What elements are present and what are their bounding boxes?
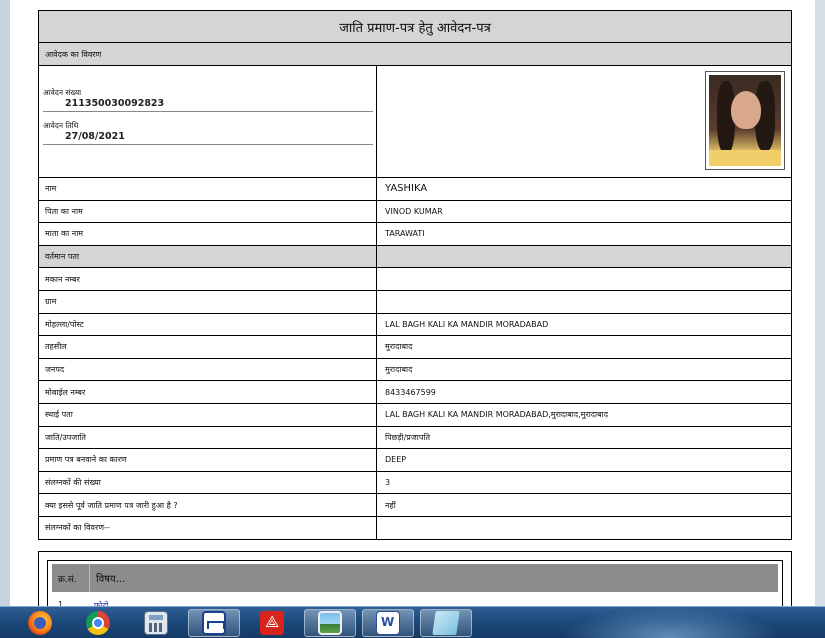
row-label: वर्तमान पता xyxy=(39,245,377,268)
windows-taskbar xyxy=(0,606,825,638)
row-reason: प्रमाण पत्र बनवाने का कारण DEEP xyxy=(39,449,791,472)
row-name: नाम YASHIKA xyxy=(39,178,791,201)
row-label: मोबाईल नम्बर xyxy=(39,381,377,403)
row-label: क्या इससे पूर्व जाति प्रमाण पत्र जारी हु… xyxy=(39,494,377,516)
row-label: नाम xyxy=(39,178,377,200)
scanner-icon xyxy=(202,611,226,635)
calculator-icon xyxy=(144,611,168,635)
row-house-number: मकान नम्बर xyxy=(39,268,791,291)
row-value: VINOD KUMAR xyxy=(385,206,443,216)
row-value: मुरादाबाद xyxy=(385,342,413,352)
row-value xyxy=(377,291,791,313)
row-district: जनपद मुरादाबाद xyxy=(39,358,791,382)
row-label: माता का नाम xyxy=(39,223,377,245)
row-value xyxy=(377,268,791,290)
row-label: ग्राम xyxy=(39,290,377,313)
application-date: 27/08/2021 xyxy=(65,131,125,142)
row-label: पिता का नाम xyxy=(39,200,377,223)
column-header-sno: क्र.सं. xyxy=(52,564,90,592)
sticky-notes-icon xyxy=(432,611,460,635)
applicant-photo xyxy=(705,71,785,170)
photo-cell xyxy=(377,66,791,177)
row-label: स्थाई पता xyxy=(39,403,377,426)
row-previous-certificate: क्या इससे पूर्व जाति प्रमाण पत्र जारी हु… xyxy=(39,494,791,517)
row-mother-name: माता का नाम TARAWATI xyxy=(39,223,791,246)
row-label: संलग्नकों का विवरण-- xyxy=(39,516,377,539)
application-date-label: आवेदन तिथि xyxy=(43,121,79,130)
row-label: मोहल्ला/पोस्ट xyxy=(39,313,377,336)
taskbar-pdf-reader[interactable] xyxy=(246,609,298,637)
taskbar-firefox[interactable] xyxy=(14,609,66,637)
row-label: जाति/उपजाति xyxy=(39,426,377,449)
application-info-block: आवेदन संख्या 211350030092823 आवेदन तिथि … xyxy=(39,66,791,178)
row-label: संलग्नकों की संख्या xyxy=(39,471,377,494)
row-value: YASHIKA xyxy=(385,183,428,195)
row-father-name: पिता का नाम VINOD KUMAR xyxy=(39,200,791,224)
firefox-icon xyxy=(28,611,52,635)
vertical-scrollbar[interactable] xyxy=(815,0,825,606)
row-village: ग्राम xyxy=(39,290,791,314)
row-label: मकान नम्बर xyxy=(39,268,377,290)
row-value: मुरादाबाद xyxy=(385,365,413,375)
row-attachment-count: संलग्नकों की संख्या 3 xyxy=(39,471,791,495)
taskbar-chrome[interactable] xyxy=(72,609,124,637)
row-value: 3 xyxy=(385,478,391,488)
row-locality-post: मोहल्ला/पोस्ट LAL BAGH KALI KA MANDIR MO… xyxy=(39,313,791,337)
row-value: LAL BAGH KALI KA MANDIR MORADABAD xyxy=(385,319,549,329)
row-label: प्रमाण पत्र बनवाने का कारण xyxy=(39,449,377,471)
row-label: जनपद xyxy=(39,358,377,381)
row-value: LAL BAGH KALI KA MANDIR MORADABAD,मुरादा… xyxy=(385,410,609,420)
application-meta: आवेदन संख्या 211350030092823 आवेदन तिथि … xyxy=(39,66,377,177)
photo-viewer-icon xyxy=(318,611,342,635)
divider xyxy=(43,111,373,112)
chrome-icon xyxy=(86,611,110,635)
taskbar-word[interactable] xyxy=(362,609,414,637)
pdf-icon xyxy=(260,611,284,635)
column-header-subject: विषय... xyxy=(96,574,126,585)
attachments-table: क्र.सं. विषय... 1 फोटो xyxy=(47,560,783,610)
row-value xyxy=(377,245,791,268)
taskbar-photo-viewer[interactable] xyxy=(304,609,356,637)
taskbar-calculator[interactable] xyxy=(130,609,182,637)
row-permanent-address: स्थाई पता LAL BAGH KALI KA MANDIR MORADA… xyxy=(39,403,791,427)
row-tehsil: तहसील मुरादाबाद xyxy=(39,336,791,359)
applicant-section-header: आवेदक का विवरण xyxy=(39,43,791,66)
row-caste: जाति/उपजाति पिछड़ी/प्रजापति xyxy=(39,426,791,450)
form-title: जाति प्रमाण-पत्र हेतु आवेदन-पत्र xyxy=(39,11,791,43)
row-value: 8433467599 xyxy=(385,387,436,397)
row-value: DEEP xyxy=(385,455,407,465)
application-number: 211350030092823 xyxy=(65,98,165,109)
taskbar-sticky-notes[interactable] xyxy=(420,609,472,637)
divider xyxy=(43,144,373,145)
application-number-label: आवेदन संख्या xyxy=(43,88,82,97)
taskbar-scanner[interactable] xyxy=(188,609,240,637)
attachments-table-container: क्र.सं. विषय... 1 फोटो xyxy=(38,551,792,611)
row-value xyxy=(377,517,791,539)
row-value: TARAWATI xyxy=(385,229,425,239)
row-value: पिछड़ी/प्रजापति xyxy=(385,432,431,442)
attachments-table-header: क्र.सं. विषय... xyxy=(52,564,778,592)
row-attachment-details: संलग्नकों का विवरण-- xyxy=(39,516,791,540)
word-icon xyxy=(376,611,400,635)
application-form: जाति प्रमाण-पत्र हेतु आवेदन-पत्र आवेदक क… xyxy=(38,10,792,540)
row-label: तहसील xyxy=(39,336,377,358)
row-mobile-number: मोबाईल नम्बर 8433467599 xyxy=(39,381,791,404)
row-current-address-header: वर्तमान पता xyxy=(39,245,791,269)
row-value: नहीं xyxy=(385,500,396,510)
